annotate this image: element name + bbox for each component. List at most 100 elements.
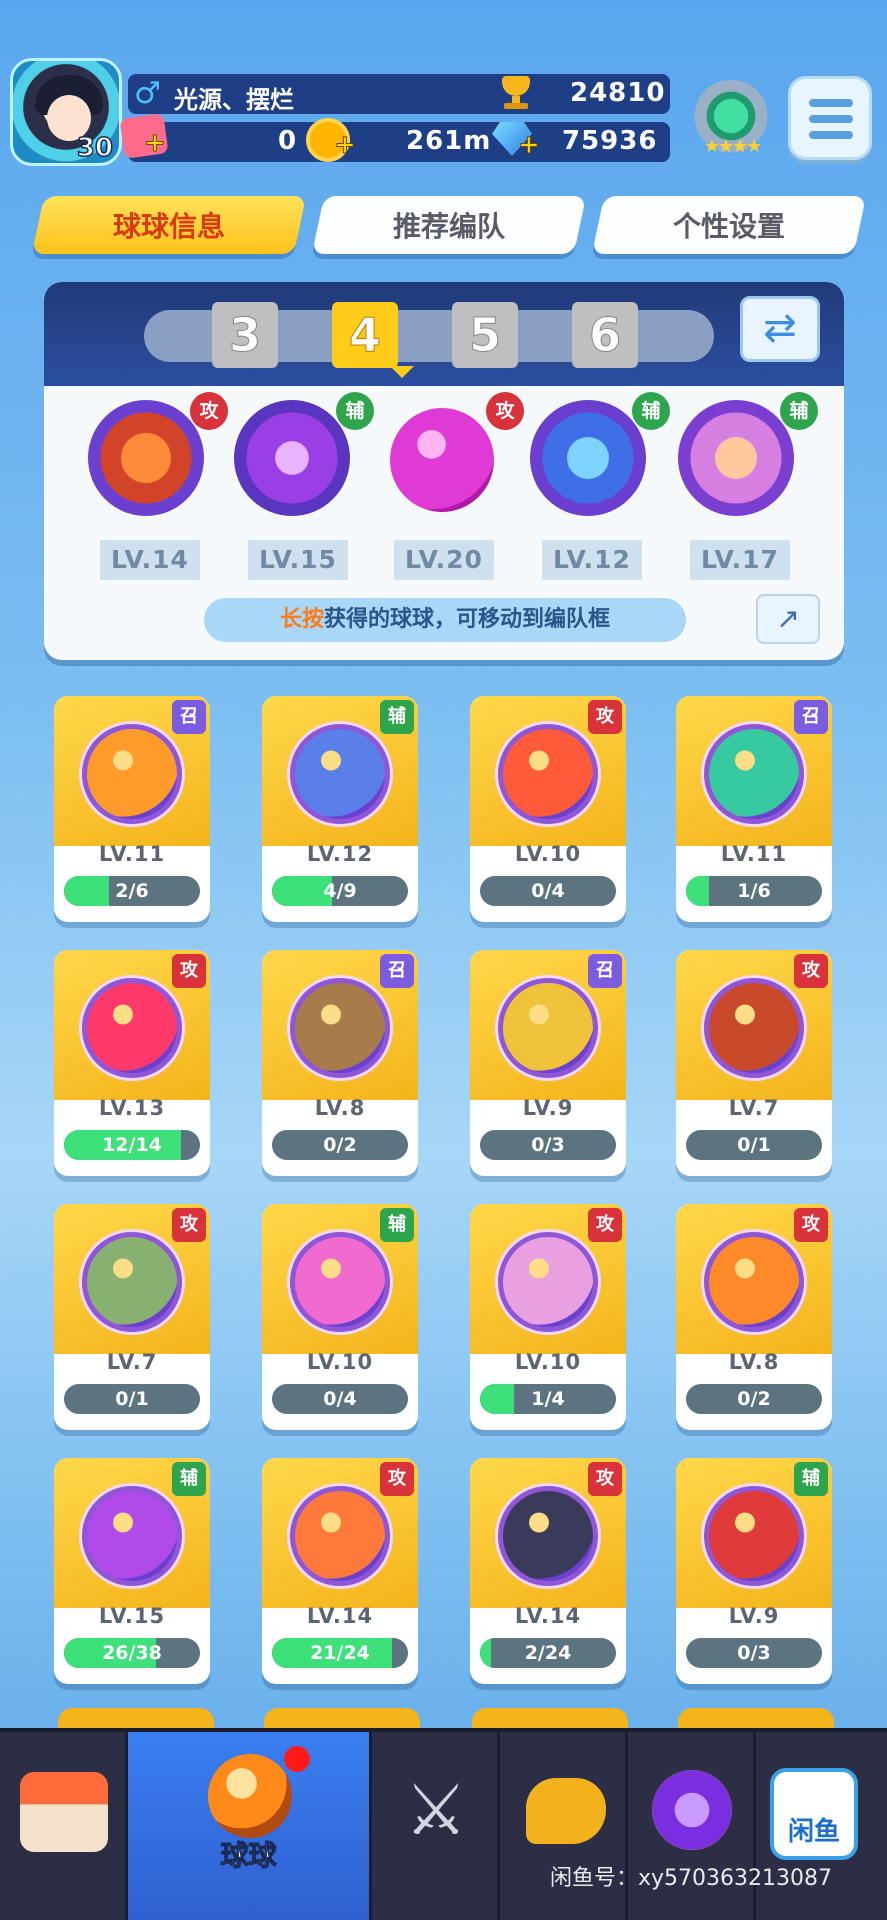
team-ball-5-level: LV.17 [690, 540, 790, 580]
ball-progress-text: 0/4 [531, 880, 565, 902]
swap-icon[interactable]: ⇄ [740, 296, 820, 362]
ball-progress-text: 26/38 [102, 1642, 162, 1664]
ball-progress-bar: 21/24 [272, 1638, 408, 1668]
ball-level: LV.15 [98, 1604, 166, 1628]
ball-progress-bar: 0/3 [480, 1130, 616, 1160]
tab-personal-settings[interactable]: 个性设置 [591, 196, 867, 254]
ball-card[interactable]: 攻 LV.10 1/4 [470, 1204, 626, 1430]
male-icon: ♂ [134, 76, 161, 111]
team-hint: 长按获得的球球，可移动到编队框 [204, 598, 686, 642]
ball-progress-bar: 0/4 [480, 876, 616, 906]
ball-progress-text: 0/3 [531, 1134, 565, 1156]
ball-progress-text: 0/1 [115, 1388, 149, 1410]
ball-progress-bar: 0/1 [686, 1130, 822, 1160]
coin-count: 261m [406, 126, 492, 156]
ball-type-tag: 辅 [172, 1462, 206, 1496]
ball-type-tag: 攻 [588, 700, 622, 734]
team-slot-3[interactable]: 3 [212, 302, 278, 368]
ball-card[interactable]: 攻 LV.13 12/14 [54, 950, 210, 1176]
team-hint-highlight: 长按 [279, 607, 324, 632]
team-slot-4[interactable]: 4 [332, 302, 398, 368]
watermark: 闲鱼号：xy570363213087 [550, 1866, 833, 1891]
ball-icon [290, 724, 390, 824]
tab-ball-info-label: 球球信息 [112, 210, 225, 243]
ball-progress-bar: 4/9 [272, 876, 408, 906]
team-slot-5[interactable]: 5 [452, 302, 518, 368]
tab-recommended-team[interactable]: 推荐编队 [311, 196, 587, 254]
menu-button[interactable] [788, 76, 872, 160]
ball-icon [82, 978, 182, 1078]
player-name-bar: ♂ 光源、摆烂 24810 [128, 74, 670, 114]
nav-battle[interactable]: ⚔ [372, 1732, 500, 1920]
ball-type-tag: 攻 [794, 954, 828, 988]
nav-balls-label: 球球 [220, 1839, 277, 1873]
rank-badge-icon[interactable]: ★★★★ [690, 80, 772, 160]
team-ball-2[interactable] [234, 400, 350, 516]
ball-type-tag: 攻 [794, 1208, 828, 1242]
ball-icon [82, 1232, 182, 1332]
whistle-icon [526, 1778, 606, 1844]
team-ball-3[interactable] [390, 408, 494, 512]
ball-icon [498, 978, 598, 1078]
ball-progress-text: 12/14 [102, 1134, 162, 1156]
team-slot-6[interactable]: 6 [572, 302, 638, 368]
ball-level: LV.9 [522, 1096, 574, 1120]
team-ball-4[interactable] [530, 400, 646, 516]
trophy-icon [496, 72, 536, 112]
nav-shop[interactable] [0, 1732, 128, 1920]
ball-progress-bar: 0/3 [686, 1638, 822, 1668]
ball-card[interactable]: 召 LV.11 2/6 [54, 696, 210, 922]
ball-card[interactable]: 攻 LV.14 21/24 [262, 1458, 418, 1684]
player-level: 30 [76, 132, 114, 164]
ball-icon [704, 978, 804, 1078]
diamond-count: 75936 [562, 126, 658, 156]
tab-ball-info[interactable]: 球球信息 [31, 196, 307, 254]
ball-card[interactable]: 攻 LV.10 0/4 [470, 696, 626, 922]
ball-card[interactable]: 召 LV.11 1/6 [676, 696, 832, 922]
ball-progress-bar: 12/14 [64, 1130, 200, 1160]
ball-progress-bar: 0/2 [686, 1384, 822, 1414]
tab-personal-settings-label: 个性设置 [672, 210, 785, 243]
ball-type-tag: 攻 [172, 1208, 206, 1242]
team-ball-1[interactable] [88, 400, 204, 516]
ball-progress-text: 0/1 [737, 1134, 771, 1156]
ball-level: LV.10 [306, 1350, 374, 1374]
ball-card[interactable]: 攻 LV.14 2/24 [470, 1458, 626, 1684]
ball-type-tag: 辅 [794, 1462, 828, 1496]
ball-progress-text: 4/9 [323, 880, 357, 902]
diamond-plus-icon[interactable]: + [518, 130, 541, 161]
ball-card[interactable]: 辅 LV.12 4/9 [262, 696, 418, 922]
ball-progress-text: 1/6 [737, 880, 771, 902]
ticket-plus-icon[interactable]: + [144, 128, 167, 159]
nav-balls[interactable]: 球球 [128, 1732, 372, 1920]
ball-level: LV.11 [98, 842, 166, 866]
ball-card[interactable]: 召 LV.8 0/2 [262, 950, 418, 1176]
swords-icon: ⚔ [404, 1769, 468, 1851]
ball-type-tag: 召 [588, 954, 622, 988]
team-ball-5[interactable] [678, 400, 794, 516]
ball-level: LV.8 [728, 1350, 780, 1374]
trophy-count: 24810 [570, 78, 666, 108]
ball-type-tag: 辅 [380, 1208, 414, 1242]
ball-card[interactable]: 召 LV.9 0/3 [470, 950, 626, 1176]
team-ball-5-tag: 辅 [780, 392, 818, 430]
ball-card[interactable]: 辅 LV.15 26/38 [54, 1458, 210, 1684]
ball-progress-text: 0/3 [737, 1642, 771, 1664]
player-avatar[interactable]: 30 [10, 58, 122, 166]
ball-card[interactable]: 攻 LV.8 0/2 [676, 1204, 832, 1430]
notification-dot [284, 1746, 310, 1772]
ball-card[interactable]: 攻 LV.7 0/1 [676, 950, 832, 1176]
team-ball-3-level: LV.20 [394, 540, 494, 580]
ball-card[interactable]: 攻 LV.7 0/1 [54, 1204, 210, 1430]
ball-progress-bar: 1/4 [480, 1384, 616, 1414]
ball-type-tag: 攻 [588, 1462, 622, 1496]
coin-plus-icon[interactable]: + [334, 130, 357, 161]
team-selector: 3 4 5 6 ⇄ [44, 282, 844, 386]
share-icon[interactable]: ↗ [756, 594, 820, 644]
team-ball-2-level: LV.15 [248, 540, 348, 580]
ball-card[interactable]: 辅 LV.10 0/4 [262, 1204, 418, 1430]
ball-icon [290, 1486, 390, 1586]
shop-icon [20, 1772, 108, 1852]
ball-card[interactable]: 辅 LV.9 0/3 [676, 1458, 832, 1684]
ball-progress-bar: 0/4 [272, 1384, 408, 1414]
